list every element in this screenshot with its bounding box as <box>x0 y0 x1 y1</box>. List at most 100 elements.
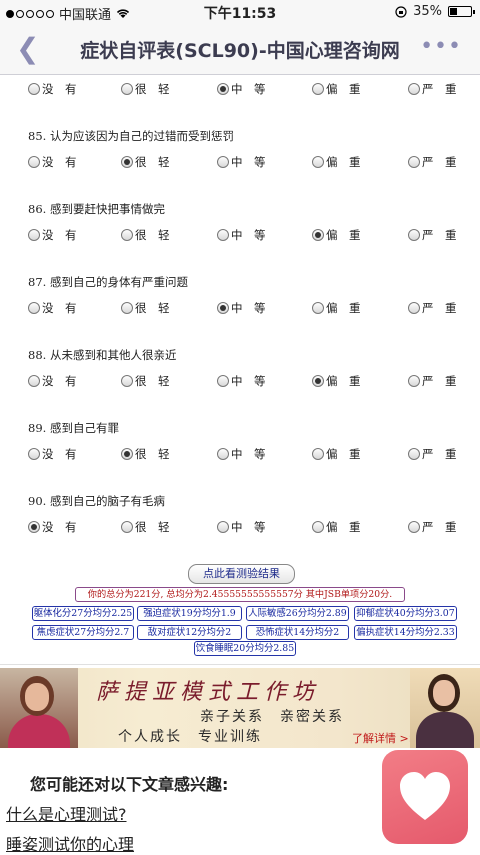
answer-option[interactable]: 中 等 <box>217 81 266 97</box>
radio-button[interactable] <box>28 375 40 387</box>
radio-button[interactable] <box>408 448 420 460</box>
radio-button[interactable] <box>28 83 40 95</box>
radio-button[interactable] <box>121 229 133 241</box>
answer-option[interactable]: 严 重 <box>408 227 457 243</box>
answer-option[interactable]: 严 重 <box>408 373 457 389</box>
banner-line-2: 个人成长 专业训练 <box>118 729 262 745</box>
radio-button[interactable] <box>217 302 229 314</box>
radio-button[interactable] <box>408 375 420 387</box>
banner-title: 萨提亚模式工作坊 <box>96 680 321 705</box>
answer-option[interactable]: 偏 重 <box>312 300 361 316</box>
heart-icon <box>400 772 450 820</box>
answer-option[interactable]: 偏 重 <box>312 373 361 389</box>
back-chevron-icon[interactable]: ❮ <box>16 32 39 65</box>
radio-button[interactable] <box>217 448 229 460</box>
question-text: 88. 从未感到和其他人很亲近 <box>28 348 177 362</box>
answer-option[interactable]: 偏 重 <box>312 154 361 170</box>
answer-option[interactable]: 很 轻 <box>121 519 170 535</box>
article-link-1[interactable]: 什么是心理测试? <box>6 801 127 825</box>
answer-option[interactable]: 很 轻 <box>121 446 170 462</box>
radio-button[interactable] <box>121 521 133 533</box>
radio-button[interactable] <box>408 302 420 314</box>
answer-option[interactable]: 严 重 <box>408 519 457 535</box>
answer-option[interactable]: 没 有 <box>28 154 77 170</box>
radio-button[interactable] <box>312 448 324 460</box>
radio-button[interactable] <box>28 448 40 460</box>
answer-option[interactable]: 很 轻 <box>121 154 170 170</box>
answer-option-label: 严 重 <box>422 228 457 242</box>
answer-option[interactable]: 严 重 <box>408 446 457 462</box>
workshop-banner[interactable]: 萨提亚模式工作坊 亲子关系 亲密关系 个人成长 专业训练 了解详情 >> <box>0 668 480 748</box>
answer-option-label: 中 等 <box>231 374 266 388</box>
answer-option[interactable]: 偏 重 <box>312 446 361 462</box>
radio-button[interactable] <box>121 83 133 95</box>
factor-score-box: 躯体化分27分均分2.25 <box>32 606 134 621</box>
factor-score-box: 敌对症状12分均分2 <box>137 625 242 640</box>
radio-button[interactable] <box>408 156 420 168</box>
radio-button[interactable] <box>312 375 324 387</box>
interest-heading: 您可能还对以下文章感兴趣: <box>30 775 229 794</box>
favorite-button[interactable] <box>382 750 468 844</box>
view-result-button[interactable]: 点此看测验结果 <box>188 564 295 584</box>
status-bar: 中国联通 下午11:53 35% <box>0 0 480 24</box>
answer-option[interactable]: 严 重 <box>408 154 457 170</box>
answer-option[interactable]: 严 重 <box>408 300 457 316</box>
factor-score-box: 抑郁症状40分均分3.07 <box>354 606 457 621</box>
answer-option[interactable]: 中 等 <box>217 227 266 243</box>
answer-option[interactable]: 偏 重 <box>312 81 361 97</box>
answer-option-label: 偏 重 <box>326 301 361 315</box>
answer-option[interactable]: 中 等 <box>217 373 266 389</box>
radio-button[interactable] <box>312 229 324 241</box>
radio-button[interactable] <box>312 156 324 168</box>
radio-button[interactable] <box>312 83 324 95</box>
radio-button[interactable] <box>28 156 40 168</box>
radio-button[interactable] <box>312 302 324 314</box>
radio-button[interactable] <box>408 521 420 533</box>
radio-button[interactable] <box>408 229 420 241</box>
question-text: 89. 感到自己有罪 <box>28 421 119 435</box>
answer-option[interactable]: 很 轻 <box>121 227 170 243</box>
banner-line-1: 亲子关系 亲密关系 <box>200 709 344 725</box>
answer-option[interactable]: 很 轻 <box>121 373 170 389</box>
radio-button[interactable] <box>217 229 229 241</box>
answer-option[interactable]: 很 轻 <box>121 300 170 316</box>
radio-button[interactable] <box>121 156 133 168</box>
answer-option[interactable]: 偏 重 <box>312 519 361 535</box>
banner-more-link[interactable]: 了解详情 >> <box>352 730 418 746</box>
answer-option[interactable]: 偏 重 <box>312 227 361 243</box>
radio-button[interactable] <box>121 302 133 314</box>
article-link-2[interactable]: 睡姿测试你的心理 <box>6 831 134 855</box>
radio-button[interactable] <box>312 521 324 533</box>
answer-option[interactable]: 中 等 <box>217 154 266 170</box>
answer-options: 没 有很 轻中 等偏 重严 重 <box>0 81 480 99</box>
answer-option[interactable]: 没 有 <box>28 446 77 462</box>
answer-options: 没 有很 轻中 等偏 重严 重 <box>0 373 480 391</box>
radio-button[interactable] <box>217 156 229 168</box>
answer-option[interactable]: 没 有 <box>28 519 77 535</box>
nav-bar: ❮ 症状自评表(SCL90)-中国心理咨询网 ••• <box>0 24 480 75</box>
answer-option[interactable]: 没 有 <box>28 81 77 97</box>
answer-option-label: 没 有 <box>42 155 77 169</box>
radio-button[interactable] <box>121 375 133 387</box>
total-score-box: 你的总分为221分, 总均分为2.45555555555557分 其中JSB单项… <box>75 587 405 602</box>
more-dots-icon[interactable]: ••• <box>420 34 462 59</box>
answer-option[interactable]: 没 有 <box>28 373 77 389</box>
answer-option-label: 严 重 <box>422 155 457 169</box>
divider <box>0 664 480 665</box>
radio-button[interactable] <box>28 521 40 533</box>
radio-button[interactable] <box>28 302 40 314</box>
radio-button[interactable] <box>217 521 229 533</box>
radio-button[interactable] <box>217 83 229 95</box>
radio-button[interactable] <box>28 229 40 241</box>
radio-button[interactable] <box>408 83 420 95</box>
radio-button[interactable] <box>121 448 133 460</box>
answer-option-label: 偏 重 <box>326 447 361 461</box>
answer-option[interactable]: 很 轻 <box>121 81 170 97</box>
answer-option[interactable]: 中 等 <box>217 519 266 535</box>
answer-option[interactable]: 中 等 <box>217 446 266 462</box>
answer-option[interactable]: 严 重 <box>408 81 457 97</box>
radio-button[interactable] <box>217 375 229 387</box>
answer-option[interactable]: 没 有 <box>28 227 77 243</box>
answer-option[interactable]: 没 有 <box>28 300 77 316</box>
answer-option[interactable]: 中 等 <box>217 300 266 316</box>
